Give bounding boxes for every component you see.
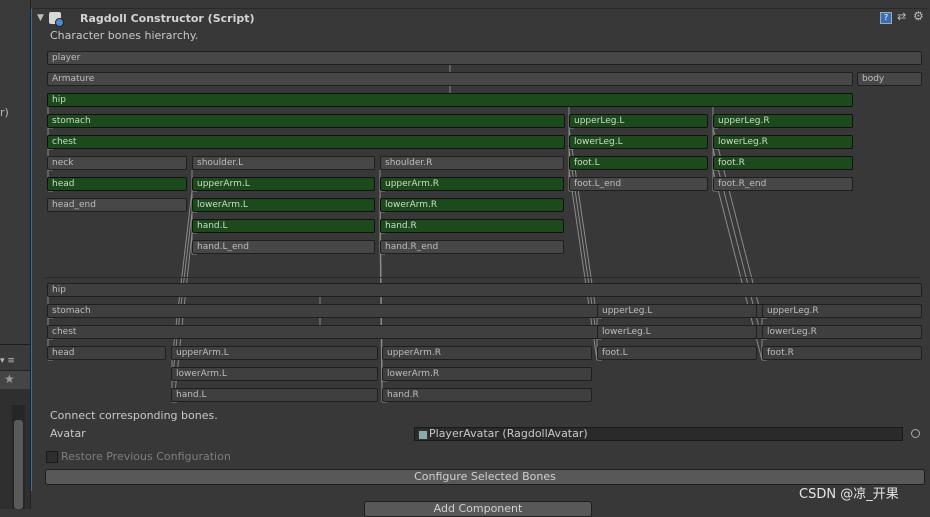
avatar-value: PlayerAvatar (RagdollAvatar) xyxy=(429,427,588,440)
bone-hand-l[interactable]: hand.L xyxy=(192,219,375,233)
bone-lowerleg-r[interactable]: lowerLeg.R xyxy=(713,135,853,149)
avatar-bone-upperarm-r[interactable]: upperArm.R xyxy=(382,346,592,360)
bone-body[interactable]: body xyxy=(857,72,922,86)
bone-foot-l-end[interactable]: foot.L_end xyxy=(569,177,708,191)
hierarchy-panel-edge: r) ▾ ≡ ★ xyxy=(0,0,31,509)
bone-foot-r-end[interactable]: foot.R_end xyxy=(713,177,853,191)
bone-hand-r-end[interactable]: hand.R_end xyxy=(380,240,564,254)
bone-upperarm-r[interactable]: upperArm.R xyxy=(380,177,564,191)
avatar-bone-upperleg-r[interactable]: upperLeg.R xyxy=(762,304,922,318)
bone-chest[interactable]: chest xyxy=(47,135,565,149)
bone-foot-l[interactable]: foot.L xyxy=(569,156,708,170)
avatar-bone-lowerleg-l[interactable]: lowerLeg.L xyxy=(597,325,757,339)
avatar-object-field[interactable]: PlayerAvatar (RagdollAvatar) xyxy=(414,427,903,441)
connect-label: Connect corresponding bones. xyxy=(50,409,218,422)
bone-armature[interactable]: Armature xyxy=(47,72,853,86)
avatar-label: Avatar xyxy=(50,427,86,440)
inspector-panel: ▼ Ragdoll Constructor (Script) ? ⇄ ⚙ Cha… xyxy=(31,0,930,517)
bone-hip[interactable]: hip xyxy=(47,93,853,107)
star-icon: ★ xyxy=(4,372,15,386)
avatar-bone-foot-l[interactable]: foot.L xyxy=(597,346,757,360)
panel-divider xyxy=(0,344,30,345)
avatar-bone-lowerarm-r[interactable]: lowerArm.R xyxy=(382,367,592,381)
avatar-bone-lowerleg-r[interactable]: lowerLeg.R xyxy=(762,325,922,339)
bone-upperleg-r[interactable]: upperLeg.R xyxy=(713,114,853,128)
avatar-bone-upperarm-l[interactable]: upperArm.L xyxy=(171,346,378,360)
avatar-bone-hand-r[interactable]: hand.R xyxy=(382,388,592,402)
bone-hand-r[interactable]: hand.R xyxy=(380,219,564,233)
bone-shoulder-l[interactable]: shoulder.L xyxy=(192,156,375,170)
avatar-bone-foot-r[interactable]: foot.R xyxy=(762,346,922,360)
bone-lowerleg-l[interactable]: lowerLeg.L xyxy=(569,135,708,149)
bone-player[interactable]: player xyxy=(47,51,922,65)
avatar-bone-upperleg-l[interactable]: upperLeg.L xyxy=(597,304,757,318)
add-component-button[interactable]: Add Component xyxy=(364,501,592,517)
restore-checkbox[interactable] xyxy=(46,451,58,463)
bone-stomach[interactable]: stomach xyxy=(47,114,565,128)
bone-head[interactable]: head xyxy=(47,177,187,191)
bone-foot-r[interactable]: foot.R xyxy=(713,156,853,170)
panel-text-fragment: r) xyxy=(0,106,9,119)
bone-head-end[interactable]: head_end xyxy=(47,198,187,212)
bone-upperarm-l[interactable]: upperArm.L xyxy=(192,177,375,191)
favorites-row[interactable]: ★ xyxy=(0,370,30,390)
scrollbar-thumb[interactable] xyxy=(14,420,23,509)
watermark: CSDN @凉_开果 xyxy=(799,487,899,502)
bone-lowerarm-l[interactable]: lowerArm.L xyxy=(192,198,375,212)
bone-upperleg-l[interactable]: upperLeg.L xyxy=(569,114,708,128)
bone-hand-l-end[interactable]: hand.L_end xyxy=(192,240,375,254)
object-picker-icon[interactable] xyxy=(911,429,920,438)
restore-label: Restore Previous Configuration xyxy=(61,450,231,463)
bone-neck[interactable]: neck xyxy=(47,156,187,170)
bone-lowerarm-r[interactable]: lowerArm.R xyxy=(380,198,564,212)
scriptable-object-icon xyxy=(418,430,428,440)
panel-tools[interactable]: ▾ ≡ xyxy=(0,356,30,370)
configure-selected-bones-button[interactable]: Configure Selected Bones xyxy=(45,469,925,485)
avatar-bone-lowerarm-l[interactable]: lowerArm.L xyxy=(171,367,378,381)
avatar-bone-head[interactable]: head xyxy=(47,346,166,360)
bone-shoulder-r[interactable]: shoulder.R xyxy=(380,156,564,170)
avatar-bone-hand-l[interactable]: hand.L xyxy=(171,388,378,402)
avatar-bone-hip[interactable]: hip xyxy=(47,283,922,297)
